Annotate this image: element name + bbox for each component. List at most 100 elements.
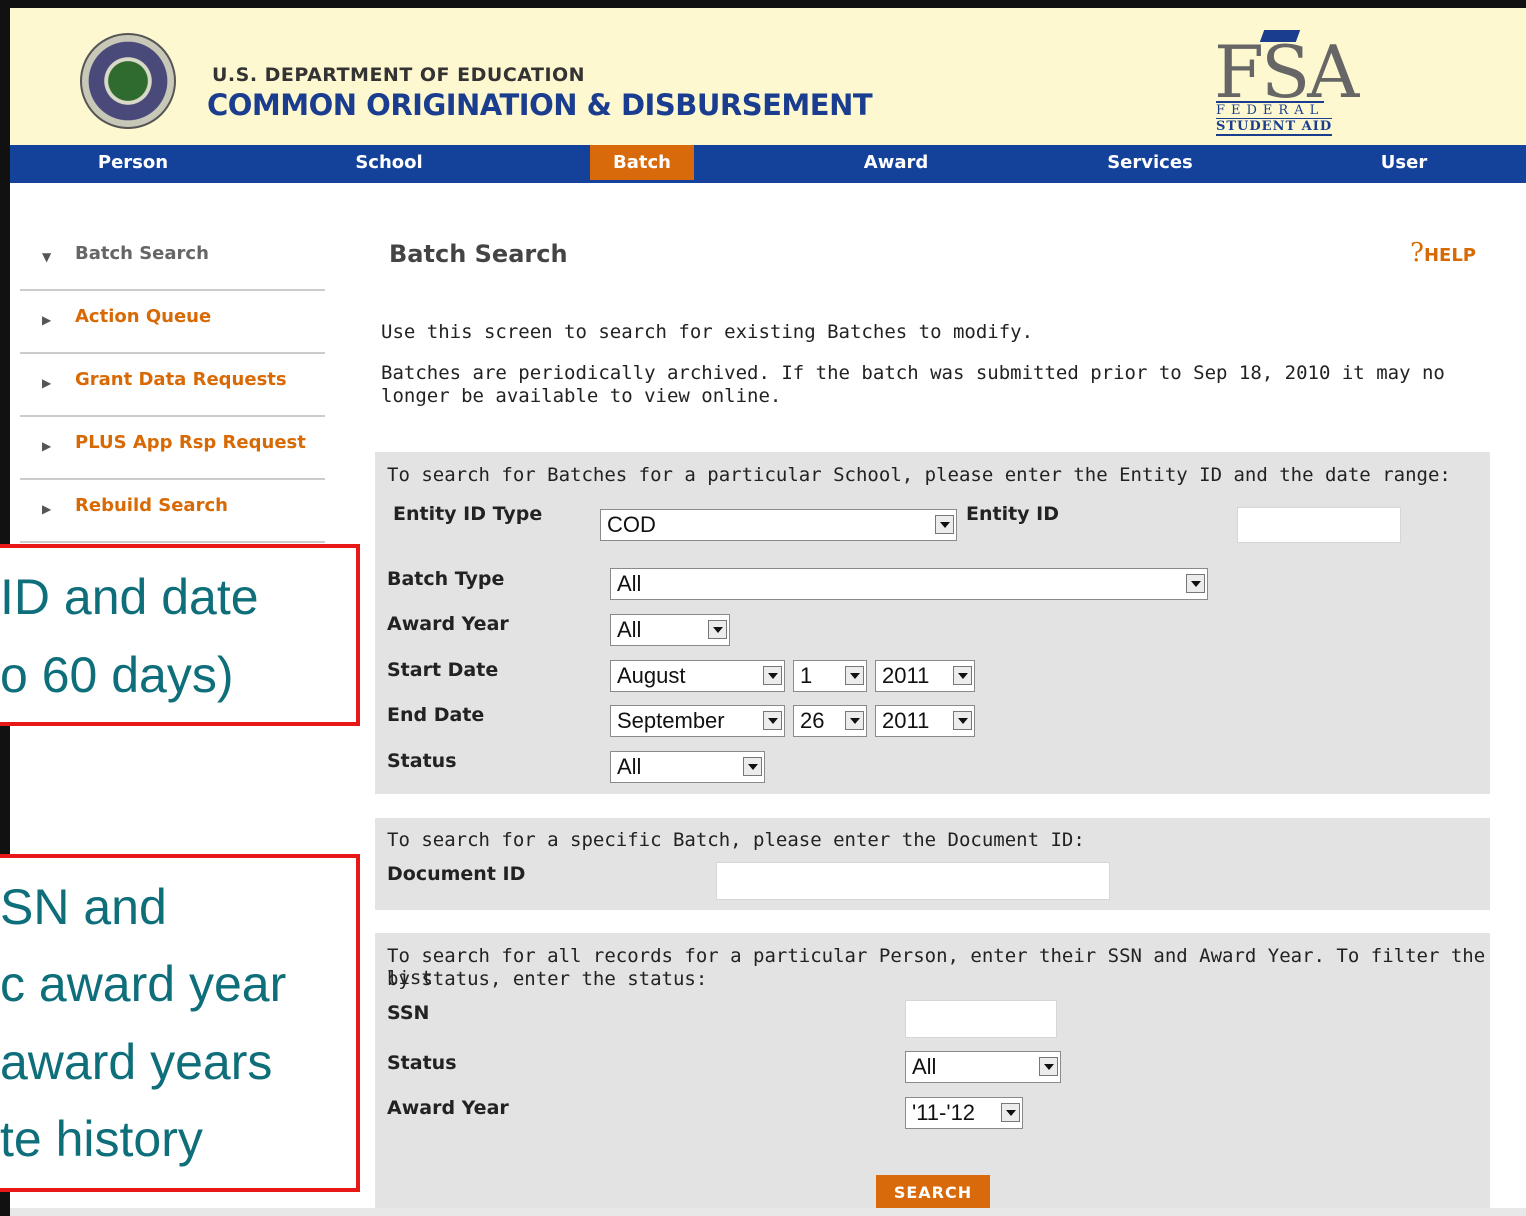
- callout-line: c award year: [0, 956, 287, 1012]
- start-month-select[interactable]: August: [610, 660, 785, 692]
- end-year-value: 2011: [882, 708, 930, 733]
- entity-id-input[interactable]: [1237, 507, 1401, 543]
- sidebar-item-action-queue[interactable]: ▶ Action Queue: [20, 291, 325, 354]
- school-search-panel: To search for Batches for a particular S…: [375, 452, 1490, 794]
- chevron-down-icon[interactable]: [1001, 1103, 1020, 1122]
- start-day-select[interactable]: 1: [793, 660, 867, 692]
- start-year-select[interactable]: 2011: [875, 660, 975, 692]
- chevron-down-icon[interactable]: [1186, 574, 1205, 593]
- nav-user[interactable]: User: [1374, 145, 1434, 180]
- person-status-select[interactable]: All: [905, 1051, 1061, 1083]
- callout-line: SN and: [0, 879, 167, 935]
- status-value: All: [617, 754, 642, 779]
- chevron-down-icon[interactable]: [845, 666, 864, 685]
- sidebar-item-label: Action Queue: [75, 306, 212, 327]
- triangle-right-icon: ▶: [42, 313, 52, 327]
- sidebar-item-label: PLUS App Rsp Request: [75, 432, 306, 453]
- ssn-label: SSN: [387, 1002, 430, 1024]
- help-link[interactable]: ?HELP: [1410, 238, 1476, 268]
- sidebar-item-plus-app-rsp-request[interactable]: ▶ PLUS App Rsp Request: [20, 417, 325, 480]
- sidebar-item-batch-search[interactable]: ▼ Batch Search: [20, 228, 325, 291]
- callout-person-search: SN and c award year award years te histo…: [0, 854, 360, 1192]
- sidebar-item-grant-data-requests[interactable]: ▶ Grant Data Requests: [20, 354, 325, 417]
- archive-note-line2: longer be available to view online.: [381, 385, 782, 407]
- end-month-select[interactable]: September: [610, 705, 785, 737]
- start-month-value: August: [617, 663, 686, 688]
- triangle-right-icon: ▶: [42, 376, 52, 390]
- person-award-year-select[interactable]: '11-'12: [905, 1097, 1023, 1129]
- chevron-down-icon[interactable]: [935, 515, 954, 534]
- batch-type-label: Batch Type: [387, 568, 505, 590]
- sidebar-item-label: Batch Search: [75, 243, 209, 264]
- entity-id-type-value: COD: [607, 512, 656, 537]
- chevron-down-icon[interactable]: [953, 711, 972, 730]
- callout-line: ID and date: [0, 569, 259, 625]
- intro-text: Use this screen to search for existing B…: [381, 321, 1034, 343]
- chevron-down-icon[interactable]: [708, 620, 727, 639]
- person-search-instruction-line2: by status, enter the status:: [387, 968, 708, 990]
- document-search-instruction: To search for a specific Batch, please e…: [387, 829, 1085, 851]
- chevron-down-icon[interactable]: [1039, 1057, 1058, 1076]
- batch-type-value: All: [617, 571, 642, 596]
- callout-school-search: ID and date o 60 days): [0, 544, 360, 726]
- nav-award[interactable]: Award: [856, 145, 936, 180]
- start-day-value: 1: [800, 663, 813, 688]
- school-search-instruction: To search for Batches for a particular S…: [387, 464, 1451, 486]
- page-title: Batch Search: [389, 240, 568, 268]
- start-year-value: 2011: [882, 663, 930, 688]
- fsa-logo-student-aid: STUDENT AID: [1216, 118, 1333, 136]
- person-status-label: Status: [387, 1052, 457, 1074]
- nav-person[interactable]: Person: [94, 145, 172, 180]
- award-year-select[interactable]: All: [610, 614, 730, 646]
- person-award-year-label: Award Year: [387, 1097, 509, 1119]
- chevron-down-icon[interactable]: [763, 711, 782, 730]
- chevron-down-icon[interactable]: [845, 711, 864, 730]
- end-month-value: September: [617, 708, 725, 733]
- triangle-down-icon: ▼: [42, 250, 52, 264]
- award-year-value: All: [617, 617, 642, 642]
- archive-note-line1: Batches are periodically archived. If th…: [381, 362, 1445, 384]
- fsa-logo-federal: FEDERAL: [1216, 101, 1325, 118]
- sidebar-item-rebuild-search[interactable]: ▶ Rebuild Search: [20, 480, 325, 543]
- end-date-label: End Date: [387, 704, 485, 726]
- callout-line: award years: [0, 1034, 273, 1090]
- person-status-value: All: [912, 1054, 937, 1079]
- entity-id-label: Entity ID: [966, 503, 1060, 525]
- status-label: Status: [387, 750, 457, 772]
- sidebar-item-label: Grant Data Requests: [75, 369, 287, 390]
- batch-type-select[interactable]: All: [610, 568, 1208, 600]
- document-id-label: Document ID: [387, 863, 526, 885]
- triangle-right-icon: ▶: [42, 502, 52, 516]
- nav-batch[interactable]: Batch: [590, 145, 694, 180]
- callout-line: te history: [0, 1111, 203, 1167]
- page-bottom-border: [10, 1208, 1526, 1216]
- help-label: HELP: [1423, 245, 1476, 266]
- chevron-down-icon[interactable]: [953, 666, 972, 685]
- ssn-input[interactable]: [905, 1000, 1057, 1038]
- nav-school[interactable]: School: [350, 145, 428, 180]
- department-seal-logo: [80, 33, 176, 129]
- entity-id-type-select[interactable]: COD: [600, 509, 957, 541]
- end-day-select[interactable]: 26: [793, 705, 867, 737]
- chevron-down-icon[interactable]: [743, 757, 762, 776]
- award-year-label: Award Year: [387, 613, 509, 635]
- status-select[interactable]: All: [610, 751, 765, 783]
- main-nav: Person School Batch Award Services User: [10, 145, 1526, 183]
- person-search-panel: To search for all records for a particul…: [375, 933, 1490, 1208]
- end-day-value: 26: [800, 708, 825, 733]
- document-search-panel: To search for a specific Batch, please e…: [375, 818, 1490, 910]
- search-button[interactable]: SEARCH: [876, 1175, 990, 1208]
- fsa-logo: FSA FEDERAL STUDENT AID: [1212, 30, 1359, 136]
- start-date-label: Start Date: [387, 659, 499, 681]
- window-frame-top: [0, 0, 1526, 8]
- callout-line: o 60 days): [0, 647, 234, 703]
- sidebar-item-label: Rebuild Search: [75, 495, 228, 516]
- help-icon: ?: [1410, 238, 1424, 268]
- triangle-right-icon: ▶: [42, 439, 52, 453]
- document-id-input[interactable]: [716, 862, 1110, 900]
- nav-services[interactable]: Services: [1100, 145, 1200, 180]
- system-name: COMMON ORIGINATION & DISBURSEMENT: [207, 88, 873, 122]
- chevron-down-icon[interactable]: [763, 666, 782, 685]
- end-year-select[interactable]: 2011: [875, 705, 975, 737]
- department-name: U.S. DEPARTMENT OF EDUCATION: [212, 64, 586, 86]
